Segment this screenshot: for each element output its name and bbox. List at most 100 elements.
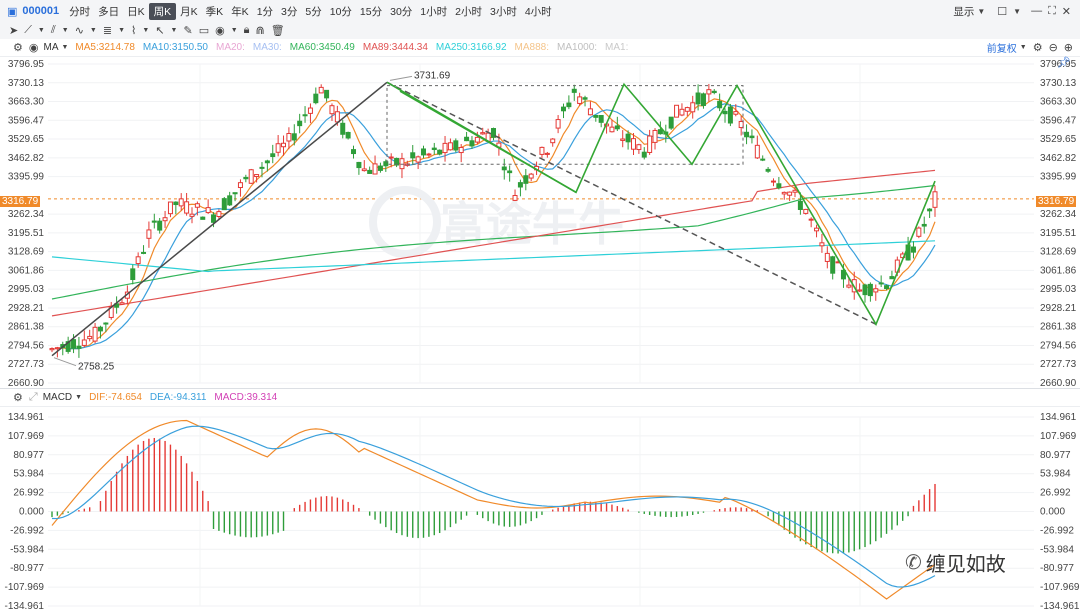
ma-legend-item[interactable]: MA30: (253, 42, 282, 53)
arrow-tool-icon[interactable]: ↖ (152, 24, 167, 37)
candle-body (437, 149, 443, 155)
timeframe-tab[interactable]: 周K (148, 2, 177, 20)
chevron-down-icon[interactable]: ▼ (58, 44, 71, 51)
candle-body (232, 192, 238, 195)
ma-legend-item[interactable]: MA10:3150.50 (143, 42, 208, 53)
ma-legend-item[interactable]: MA1: (605, 42, 628, 53)
brush-tool-icon[interactable]: ✎ (180, 24, 195, 37)
candle-body (598, 115, 604, 123)
text-tool-icon[interactable]: ▭ (196, 24, 212, 37)
timeframe-tab[interactable]: 30分 (386, 4, 416, 19)
timeframe-tab[interactable]: 分时 (65, 4, 94, 19)
candle-body (577, 96, 583, 104)
close-icon[interactable]: ✕ (1059, 5, 1074, 18)
display-menu[interactable]: 显示 (953, 4, 974, 19)
candle-body (447, 142, 453, 151)
timeframe-tab[interactable]: 4小时 (521, 4, 556, 19)
ma-legend-item[interactable]: MA250:3166.92 (436, 42, 507, 53)
delete-icon[interactable]: 🗑︎ (268, 24, 288, 37)
timeframe-tab[interactable]: 2小时 (451, 4, 486, 19)
timeframe-tab[interactable]: 1小时 (416, 4, 451, 19)
ma-legend-item[interactable]: MA1000: (557, 42, 597, 53)
timeframe-tab[interactable]: 10分 (326, 4, 356, 19)
ma-legend-item[interactable]: MA5:3214.78 (75, 42, 135, 53)
expand-icon[interactable]: ⤢ (26, 391, 41, 404)
price-axis-label-right: 3128.69 (1040, 247, 1077, 258)
candle-body (641, 151, 647, 158)
line-tool-icon[interactable]: ⟋ (21, 24, 35, 37)
candle-body (130, 268, 136, 280)
pin-icon[interactable]: 📌︎ (1054, 56, 1074, 69)
macd-label[interactable]: MACD (43, 392, 72, 403)
cursor-icon[interactable]: ➤ (6, 24, 21, 37)
timeframe-tab[interactable]: 1分 (253, 4, 277, 19)
layout-checkbox-icon[interactable]: ☐ (994, 5, 1010, 18)
candle-body (275, 143, 281, 153)
eye-icon[interactable]: ◉ (212, 24, 228, 37)
sidebar-toggle-icon[interactable]: ▣ (4, 5, 20, 18)
candle (539, 146, 545, 158)
candle-body (921, 223, 927, 227)
zoom-out-icon[interactable]: ⊖ (1046, 41, 1061, 54)
ma-legend-item[interactable]: MA20: (216, 42, 245, 53)
candle-body (431, 147, 437, 151)
candlestick-chart[interactable]: 富途牛牛 3731.692758.25 3796.95 3796.953730.1… (0, 0, 1080, 610)
ma-label[interactable]: MA (43, 42, 58, 53)
minimize-icon[interactable]: — (1028, 5, 1045, 17)
fibonacci-tool-icon[interactable]: ≣ (100, 24, 115, 37)
chevron-down-icon[interactable]: ▼ (974, 7, 988, 16)
candle (550, 138, 556, 147)
candle (824, 246, 830, 269)
ma-legend-item[interactable]: MA888: (515, 42, 549, 53)
ma-legend-bar: ⚙ ◉ MA ▼ MA5:3214.78 MA10:3150.50 MA20: MA3… (0, 39, 1080, 57)
timeframe-tab[interactable]: 季K (202, 4, 228, 19)
gear-icon[interactable]: ⚙ (1030, 41, 1046, 54)
timeframe-tab[interactable]: 月K (176, 4, 202, 19)
candle (81, 330, 87, 348)
stock-code[interactable]: 000001 (22, 5, 59, 17)
chevron-down-icon[interactable]: ▼ (1010, 7, 1024, 16)
high-label-leader (389, 75, 413, 81)
candle-body (345, 131, 351, 139)
shape-tool-icon[interactable]: ⌇ (128, 24, 139, 37)
chevron-down-icon[interactable]: ▼ (1017, 44, 1030, 51)
price-axis-label-left: 3730.13 (8, 78, 45, 89)
chevron-down-icon[interactable]: ▼ (72, 394, 85, 401)
wave-tool-icon[interactable]: ∿ (72, 24, 87, 37)
gear-icon[interactable]: ⚙ (10, 41, 26, 54)
timeframe-tab[interactable]: 5分 (301, 4, 325, 19)
candle-body (259, 166, 265, 169)
timeframe-tab[interactable]: 年K (227, 4, 253, 19)
chart-app: 富途牛牛 3731.69 2758.25 3796.95 3796.95 3730.1… (0, 0, 1080, 610)
candle-body (593, 114, 599, 118)
timeframe-tab[interactable]: 多日 (94, 4, 123, 19)
lock-icon[interactable]: 🔒︎ (241, 24, 253, 37)
magnet-icon[interactable]: ⋒ (253, 24, 268, 37)
candle (410, 145, 416, 165)
ma-legend-item[interactable]: MA60:3450.49 (290, 42, 355, 53)
timeframe-tab[interactable]: 3小时 (486, 4, 521, 19)
adjust-mode[interactable]: 前复权 (987, 40, 1017, 55)
candle-body (582, 97, 588, 100)
channel-tool-icon[interactable]: ⫽ (48, 24, 59, 37)
candle-body (469, 140, 475, 147)
timeframe-tab[interactable]: 15分 (356, 4, 386, 19)
candle-body (189, 213, 195, 217)
maximize-icon[interactable]: ⛶ (1045, 5, 1059, 18)
timeframe-tab[interactable]: 3分 (277, 4, 301, 19)
candle (927, 208, 933, 219)
zoom-in-icon[interactable]: ⊕ (1061, 41, 1076, 54)
price-axis-label-right: 2928.21 (1040, 303, 1077, 314)
ma-legend-item[interactable]: MA89:3444.34 (363, 42, 428, 53)
timeframe-tab[interactable]: 日K (123, 4, 149, 19)
eye-icon[interactable]: ◉ (26, 41, 42, 54)
candle (367, 166, 373, 174)
candle-body (351, 149, 357, 155)
candle-body (878, 282, 884, 285)
candle-body (291, 133, 297, 141)
gear-icon[interactable]: ⚙ (10, 391, 26, 404)
candle (598, 115, 604, 128)
candle-body (873, 288, 879, 293)
price-axis-label-left: 3529.65 (8, 134, 45, 145)
candle (65, 336, 71, 354)
